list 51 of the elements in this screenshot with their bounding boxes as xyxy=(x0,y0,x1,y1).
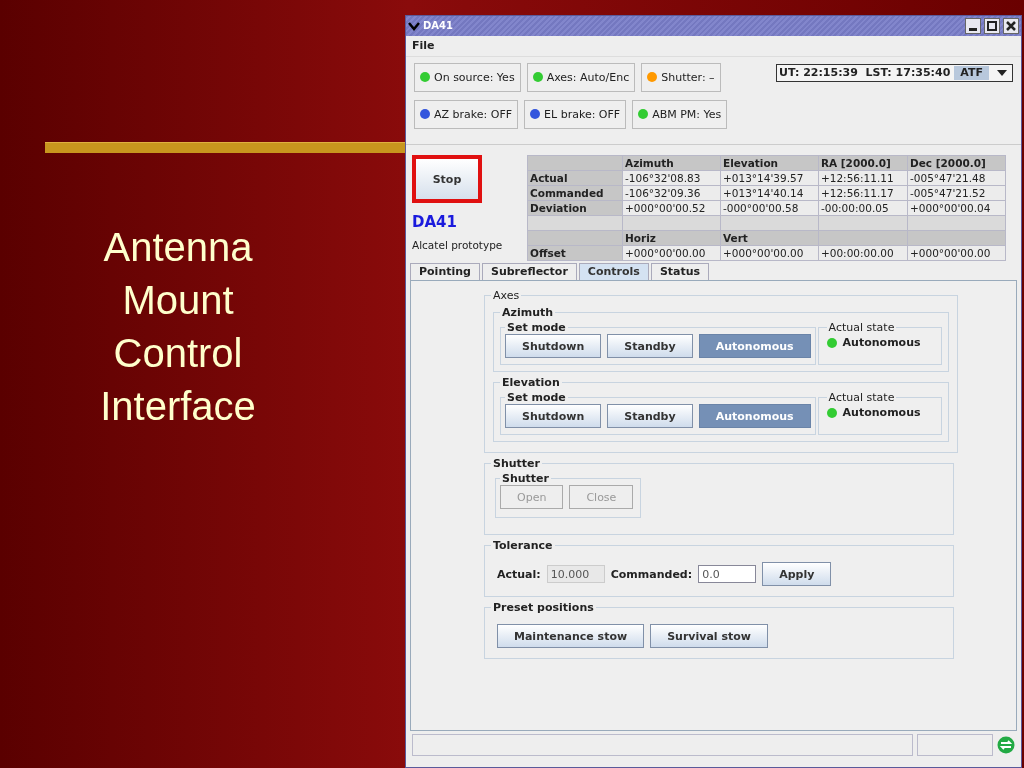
group-title: Actual state xyxy=(827,391,896,405)
preset-button[interactable]: Maintenance stow xyxy=(497,624,645,649)
group-title: Tolerance xyxy=(492,539,554,553)
group-title: Actual state xyxy=(827,321,896,335)
state-label: Autonomous xyxy=(842,336,921,350)
tab[interactable]: Pointing xyxy=(410,263,480,281)
menu-item[interactable]: File xyxy=(412,39,435,53)
minimize-icon[interactable] xyxy=(965,17,981,34)
chevron-down-icon[interactable] xyxy=(408,20,420,31)
commanded-tolerance-field[interactable]: 0.0 xyxy=(698,565,757,584)
status-label: EL brake: OFF xyxy=(544,107,621,121)
clock-text: UT: 22:15:39 LST: 17:35:40 xyxy=(779,66,952,80)
column-header: RA [2000.0] xyxy=(818,155,908,171)
group-title: Preset positions xyxy=(492,601,595,615)
group-title: Shutter xyxy=(501,472,550,486)
group-title: Set mode xyxy=(506,391,567,405)
mode-button[interactable]: Shutdown xyxy=(505,334,602,359)
apply-button[interactable]: Apply xyxy=(762,562,832,587)
status-label: On source: Yes xyxy=(434,70,515,84)
tab[interactable]: Status xyxy=(650,263,710,281)
status-label: AZ brake: OFF xyxy=(434,107,513,121)
group-title: Shutter xyxy=(492,457,541,471)
window-title: DA41 xyxy=(423,20,453,32)
mode-button[interactable]: Shutdown xyxy=(505,404,602,429)
status-label: Axes: Auto/Enc xyxy=(546,70,630,84)
mode-button[interactable]: Standby xyxy=(607,404,693,429)
group-title: Axes xyxy=(492,289,521,303)
mode-button[interactable]: Standby xyxy=(607,334,693,359)
sync-icon[interactable] xyxy=(997,736,1015,754)
close-icon[interactable] xyxy=(1003,17,1019,34)
maximize-icon[interactable] xyxy=(984,17,1000,34)
stop-button[interactable]: Stop xyxy=(412,155,482,204)
tab[interactable]: Controls xyxy=(578,263,649,281)
column-header: Azimuth xyxy=(622,155,721,171)
status-label: ABM PM: Yes xyxy=(652,107,722,121)
slide-title: Antenna Mount Control Interface xyxy=(99,224,257,430)
column-header: Dec [2000.0] xyxy=(907,155,1006,171)
column-header: Elevation xyxy=(720,155,819,171)
tab[interactable]: Subreflector xyxy=(481,263,577,281)
actual-tolerance-field[interactable]: 10.000 xyxy=(546,565,605,584)
status-label: Shutter: – xyxy=(661,70,715,84)
group-title: Elevation xyxy=(501,376,561,390)
caret-icon xyxy=(997,69,1007,76)
group-title: Set mode xyxy=(506,321,567,335)
field-label: Commanded: xyxy=(610,567,693,581)
preset-button[interactable]: Survival stow xyxy=(650,624,768,649)
field-label: Actual: xyxy=(497,567,541,581)
state-label: Autonomous xyxy=(842,406,921,420)
antenna-name: DA41 xyxy=(412,213,458,232)
antenna-description: Alcatel prototype xyxy=(412,239,504,252)
group-title: Azimuth xyxy=(501,306,555,320)
